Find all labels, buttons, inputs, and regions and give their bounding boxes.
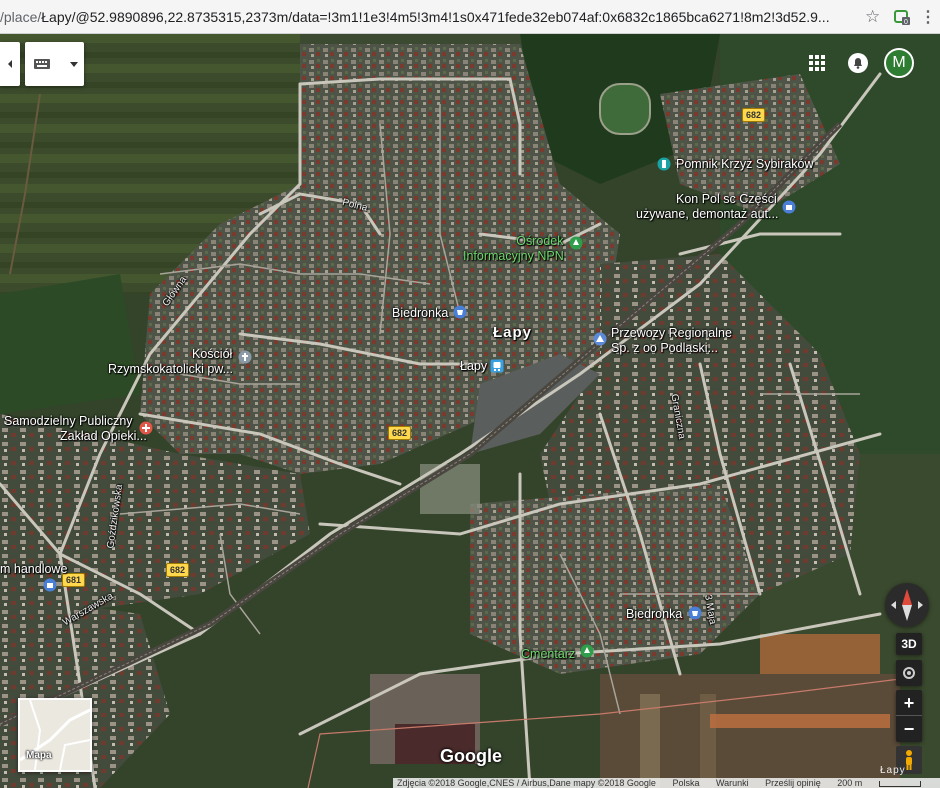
collapse-panel-button[interactable] [0,42,20,86]
poi-label-osrodek[interactable]: Ośrodek Informacyjny NPN [463,234,564,264]
browser-url-bar: /place/Łapy/@52.9890896,22.8735315,2373m… [0,0,940,34]
poi-label-osrodek-line2: Informacyjny NPN [463,249,564,263]
my-location-icon [903,667,915,679]
mall-pin-icon[interactable] [43,578,57,592]
apps-grid-icon[interactable] [808,54,826,72]
zoom-in-button[interactable]: + [896,690,922,716]
satellite-imagery [0,34,940,788]
compass-control[interactable] [885,583,929,627]
svg-text:0: 0 [904,19,908,26]
road-shield-682-north: 682 [742,108,766,122]
poi-label-biedronka-north[interactable]: Biedronka [392,306,448,321]
scale-bar [878,780,921,787]
map-type-toggle[interactable]: Mapa [18,698,92,772]
poi-label-samodzielny-line2: Zakład Opieki... [60,429,147,443]
country-link[interactable]: Polska [672,778,699,788]
poi-label-biedronka-south[interactable]: Biedronka [626,607,682,622]
poi-label-kosciol[interactable]: Kościół Rzymskokatolicki pw... [108,347,233,377]
poi-label-cmentarz[interactable]: Cmentarz [521,647,575,662]
poi-label-samodzielny-line1: Samodzielny Publiczny [4,414,133,428]
account-avatar[interactable]: M [884,48,914,78]
my-location-button[interactable] [896,660,922,686]
poi-label-osrodek-line1: Ośrodek [516,234,564,248]
poi-label-konpol-line1: Kon Pol sc Części [676,192,777,206]
map-type-label: Mapa [26,750,52,761]
3d-label: 3D [901,637,917,651]
notifications-bell-icon[interactable] [847,52,869,74]
road-shield-682-center: 682 [388,426,412,440]
input-tools-button[interactable] [25,42,84,86]
extension-icon[interactable]: 0 [893,8,911,26]
poi-label-handlowe[interactable]: m handlowe [0,562,67,577]
poi-label-kosciol-line1: Kościół [192,347,233,361]
poi-label-przewozy[interactable]: Przewozy Regionalne Sp. z oo Podlaski... [611,326,732,356]
google-logo: Google [440,746,502,766]
compass-icon [891,589,923,621]
keyboard-icon [34,59,50,69]
transit-pin-icon[interactable] [593,332,607,346]
3d-toggle-button[interactable]: 3D [896,633,922,655]
poi-label-lapy-station[interactable]: Łapy [460,359,487,374]
road-shield-682-southwest: 682 [166,563,190,577]
account-initial: M [892,54,906,71]
poi-label-kosciol-line2: Rzymskokatolicki pw... [108,362,234,376]
imagery-credit: Zdjęcia ©2018 Google,CNES / Airbus,Dane … [397,778,656,788]
city-label-lapy: Łapy [493,324,533,341]
zoom-out-button[interactable]: − [896,716,922,742]
monument-pin-icon[interactable] [657,157,671,171]
zoom-control: + − [896,690,922,742]
bookmark-star-icon[interactable]: ☆ [865,7,880,27]
url-prefix: /place/ [0,9,42,25]
attribution-bar: Zdjęcia ©2018 Google,CNES / Airbus,Dane … [393,778,940,788]
scale-label[interactable]: 200 m [837,778,862,788]
feedback-link[interactable]: Prześlij opinię [765,778,821,788]
park-pin-icon[interactable] [569,236,583,250]
cemetery-pin-icon[interactable] [580,644,594,658]
chevron-left-icon [8,60,12,68]
shopping-pin-icon[interactable] [453,305,467,319]
chevron-down-icon [70,62,78,67]
poi-label-przewozy-line2: Sp. z oo Podlaski... [611,341,719,355]
hospital-pin-icon[interactable] [139,421,153,435]
poi-label-konpol-line2: używane, demontaż aut... [636,207,779,221]
shopping-pin-icon-south[interactable] [688,606,702,620]
shop-pin-icon[interactable] [782,200,796,214]
browser-menu-icon[interactable]: ⋮ [920,7,936,27]
train-station-icon[interactable] [490,359,504,373]
poi-label-konpol[interactable]: Kon Pol sc Części używane, demontaż aut.… [636,192,778,222]
url-field[interactable]: /place/Łapy/@52.9890896,22.8735315,2373m… [0,9,855,25]
satellite-map[interactable]: Polna Główna Graniczna Goździkowska Wars… [0,34,940,788]
poi-label-samodzielny[interactable]: Samodzielny Publiczny Zakład Opieki... [4,414,147,444]
terms-link[interactable]: Warunki [716,778,749,788]
church-pin-icon[interactable] [238,350,252,364]
poi-label-przewozy-line1: Przewozy Regionalne [611,326,732,340]
poi-label-pomnik[interactable]: Pomnik Krzyż Sybiraków [676,157,814,172]
corner-place-mark: Łapy [880,765,906,776]
url-path: Łapy/@52.9890896,22.8735315,2373m/data=!… [41,9,830,25]
